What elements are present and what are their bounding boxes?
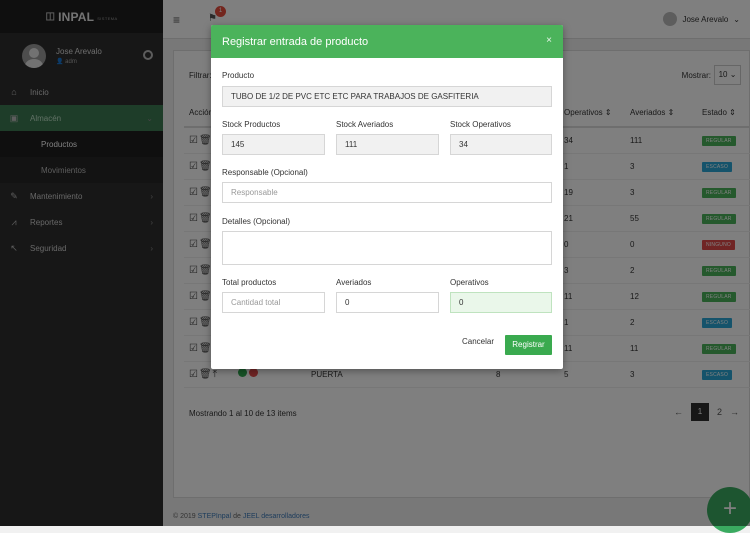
producto-field: TUBO DE 1/2 DE PVC ETC ETC PARA TRABAJOS… (222, 86, 552, 107)
detalles-textarea[interactable] (222, 231, 552, 265)
registrar-button[interactable]: Registrar (505, 335, 552, 355)
averiados-label: Averiados (336, 278, 372, 287)
stock-operativos-label: Stock Operativos (450, 120, 511, 129)
total-productos-label: Total productos (222, 278, 277, 287)
total-productos-input[interactable]: Cantidad total (222, 292, 325, 313)
close-icon[interactable]: × (546, 35, 552, 46)
modal-header: Registrar entrada de producto × (211, 25, 563, 58)
modal-title: Registrar entrada de producto (222, 35, 369, 48)
stock-productos-label: Stock Productos (222, 120, 281, 129)
responsable-label: Responsable (Opcional) (222, 168, 308, 177)
stock-averiados-label: Stock Averiados (336, 120, 394, 129)
operativos-label: Operativos (450, 278, 489, 287)
register-entry-modal: Registrar entrada de producto × Producto… (211, 25, 563, 369)
stock-productos-field: 145 (222, 134, 325, 155)
stock-operativos-field: 34 (450, 134, 552, 155)
operativos-input[interactable]: 0 (450, 292, 552, 313)
stock-averiados-field: 111 (336, 134, 439, 155)
averiados-input[interactable]: 0 (336, 292, 439, 313)
cancel-button[interactable]: Cancelar (462, 337, 494, 346)
detalles-label: Detalles (Opcional) (222, 217, 291, 226)
responsable-input[interactable]: Responsable (222, 182, 552, 203)
producto-label: Producto (222, 71, 255, 80)
